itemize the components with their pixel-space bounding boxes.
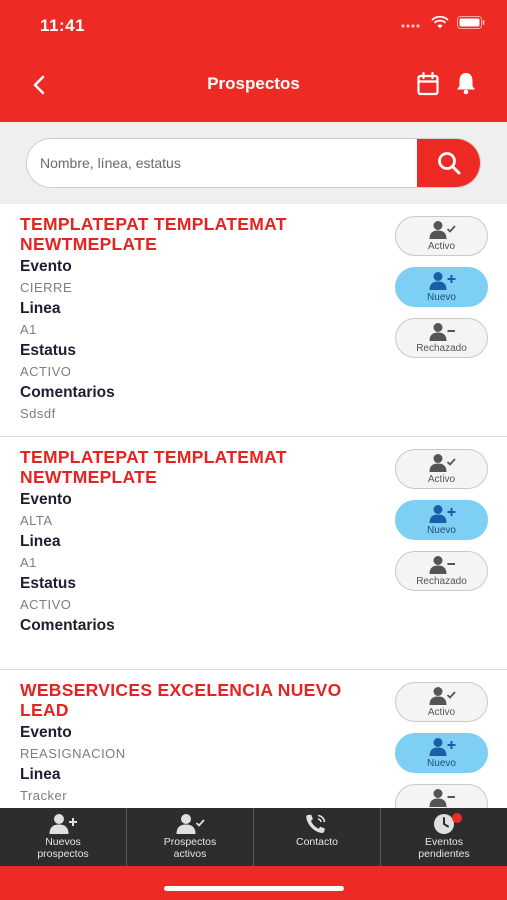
bottom-tab-bar: Nuevos prospectos Prospectos activos Con…: [0, 808, 507, 866]
notifications-button[interactable]: [455, 71, 477, 100]
prospect-name: TEMPLATEPAT TEMPLATEMAT NEWTMEPLATE: [20, 214, 287, 254]
tab-eventos-pendientes[interactable]: Eventos pendientes: [381, 808, 507, 866]
wifi-icon: [431, 16, 449, 29]
prospect-actions: Activo Nuevo Rechazado: [395, 682, 488, 808]
phone-icon: [306, 814, 326, 834]
rechazado-button[interactable]: Rechazado: [395, 784, 488, 808]
add-user-icon: [429, 272, 455, 290]
tab-nuevos-prospectos[interactable]: Nuevos prospectos: [0, 808, 127, 866]
evento-value: REASIGNACION: [20, 746, 126, 761]
bottom-bar: [0, 866, 507, 900]
search-box: [26, 138, 481, 188]
nuevo-button[interactable]: Nuevo: [395, 500, 488, 540]
activo-button[interactable]: Activo: [395, 449, 488, 489]
status-time: 11:41: [40, 16, 86, 35]
activo-label: Activo: [427, 707, 456, 718]
estatus-label: Estatus: [20, 342, 76, 359]
nuevo-label: Nuevo: [427, 758, 456, 769]
linea-label: Linea: [20, 766, 61, 783]
prospect-fields: Evento CIERRE Linea A1 Estatus ACTIVO Co…: [20, 256, 115, 424]
estatus-value: ACTIVO: [20, 364, 72, 379]
user-minus-icon: [429, 789, 455, 807]
nuevo-button[interactable]: Nuevo: [395, 267, 488, 307]
linea-value: Tracker: [20, 788, 68, 803]
tab-label: Nuevos prospectos: [37, 836, 89, 860]
cellular-signal-icon: [401, 23, 420, 28]
calendar-icon: [417, 71, 439, 96]
comentarios-value: [20, 636, 115, 657]
add-user-icon: [429, 505, 455, 523]
status-icons: [401, 16, 485, 29]
prospect-fields: Evento ALTA Linea A1 Estatus ACTIVO Come…: [20, 489, 115, 657]
nuevo-button[interactable]: Nuevo: [395, 733, 488, 773]
search-icon: [438, 152, 461, 175]
prospect-name: TEMPLATEPAT TEMPLATEMAT NEWTMEPLATE: [20, 447, 287, 487]
linea-label: Linea: [20, 533, 61, 550]
prospect-card: WEBSERVICES EXCELENCIA NUEVO LEAD Evento…: [0, 670, 507, 808]
search-button[interactable]: [417, 139, 480, 187]
home-indicator[interactable]: [164, 886, 344, 891]
rechazado-label: Rechazado: [416, 343, 467, 354]
user-check-icon: [429, 454, 456, 472]
user-minus-icon: [429, 323, 455, 341]
user-minus-icon: [429, 556, 455, 574]
estatus-label: Estatus: [20, 575, 76, 592]
comentarios-value: Sdsdf: [20, 406, 56, 421]
activo-label: Activo: [427, 474, 456, 485]
tab-prospectos-activos[interactable]: Prospectos activos: [127, 808, 254, 866]
rechazado-label: Rechazado: [416, 576, 467, 587]
nuevo-label: Nuevo: [427, 292, 456, 303]
bell-icon: [457, 73, 475, 95]
evento-value: ALTA: [20, 513, 53, 528]
tab-label: Eventos pendientes: [418, 836, 470, 860]
search-input[interactable]: [27, 139, 417, 187]
rechazado-button[interactable]: Rechazado: [395, 318, 488, 358]
prospect-list[interactable]: TEMPLATEPAT TEMPLATEMAT NEWTMEPLATE Even…: [0, 204, 507, 808]
calendar-button[interactable]: [417, 71, 439, 101]
linea-value: A1: [20, 322, 37, 337]
estatus-value: ACTIVO: [20, 597, 72, 612]
tab-label: Prospectos activos: [163, 836, 217, 860]
user-check-icon: [429, 221, 456, 239]
activo-button[interactable]: Activo: [395, 216, 488, 256]
notification-dot: [452, 813, 462, 823]
tab-contacto[interactable]: Contacto: [254, 808, 381, 866]
user-check-icon: [429, 687, 456, 705]
comentarios-label: Comentarios: [20, 617, 115, 634]
comentarios-label: Comentarios: [20, 384, 115, 401]
prospect-card: TEMPLATEPAT TEMPLATEMAT NEWTMEPLATE Even…: [0, 204, 507, 437]
nuevo-label: Nuevo: [427, 525, 456, 536]
activo-button[interactable]: Activo: [395, 682, 488, 722]
battery-icon: [457, 16, 485, 29]
add-user-icon: [429, 738, 455, 756]
prospect-actions: Activo Nuevo Rechazado: [395, 216, 488, 369]
activo-label: Activo: [427, 241, 456, 252]
user-check-icon: [176, 814, 205, 834]
evento-label: Evento: [20, 724, 72, 741]
top-bar: 11:41 Prospectos: [0, 0, 507, 122]
search-area: [0, 122, 507, 204]
prospect-fields: Evento REASIGNACION Linea Tracker: [20, 722, 126, 806]
prospect-name: WEBSERVICES EXCELENCIA NUEVO LEAD: [20, 680, 342, 720]
tab-label: Contacto: [295, 836, 339, 848]
linea-value: A1: [20, 555, 37, 570]
prospect-card: TEMPLATEPAT TEMPLATEMAT NEWTMEPLATE Even…: [0, 437, 507, 670]
evento-label: Evento: [20, 258, 72, 275]
evento-label: Evento: [20, 491, 72, 508]
add-user-icon: [49, 814, 77, 834]
prospect-actions: Activo Nuevo Rechazado: [395, 449, 488, 602]
rechazado-button[interactable]: Rechazado: [395, 551, 488, 591]
evento-value: CIERRE: [20, 280, 73, 295]
linea-label: Linea: [20, 300, 61, 317]
